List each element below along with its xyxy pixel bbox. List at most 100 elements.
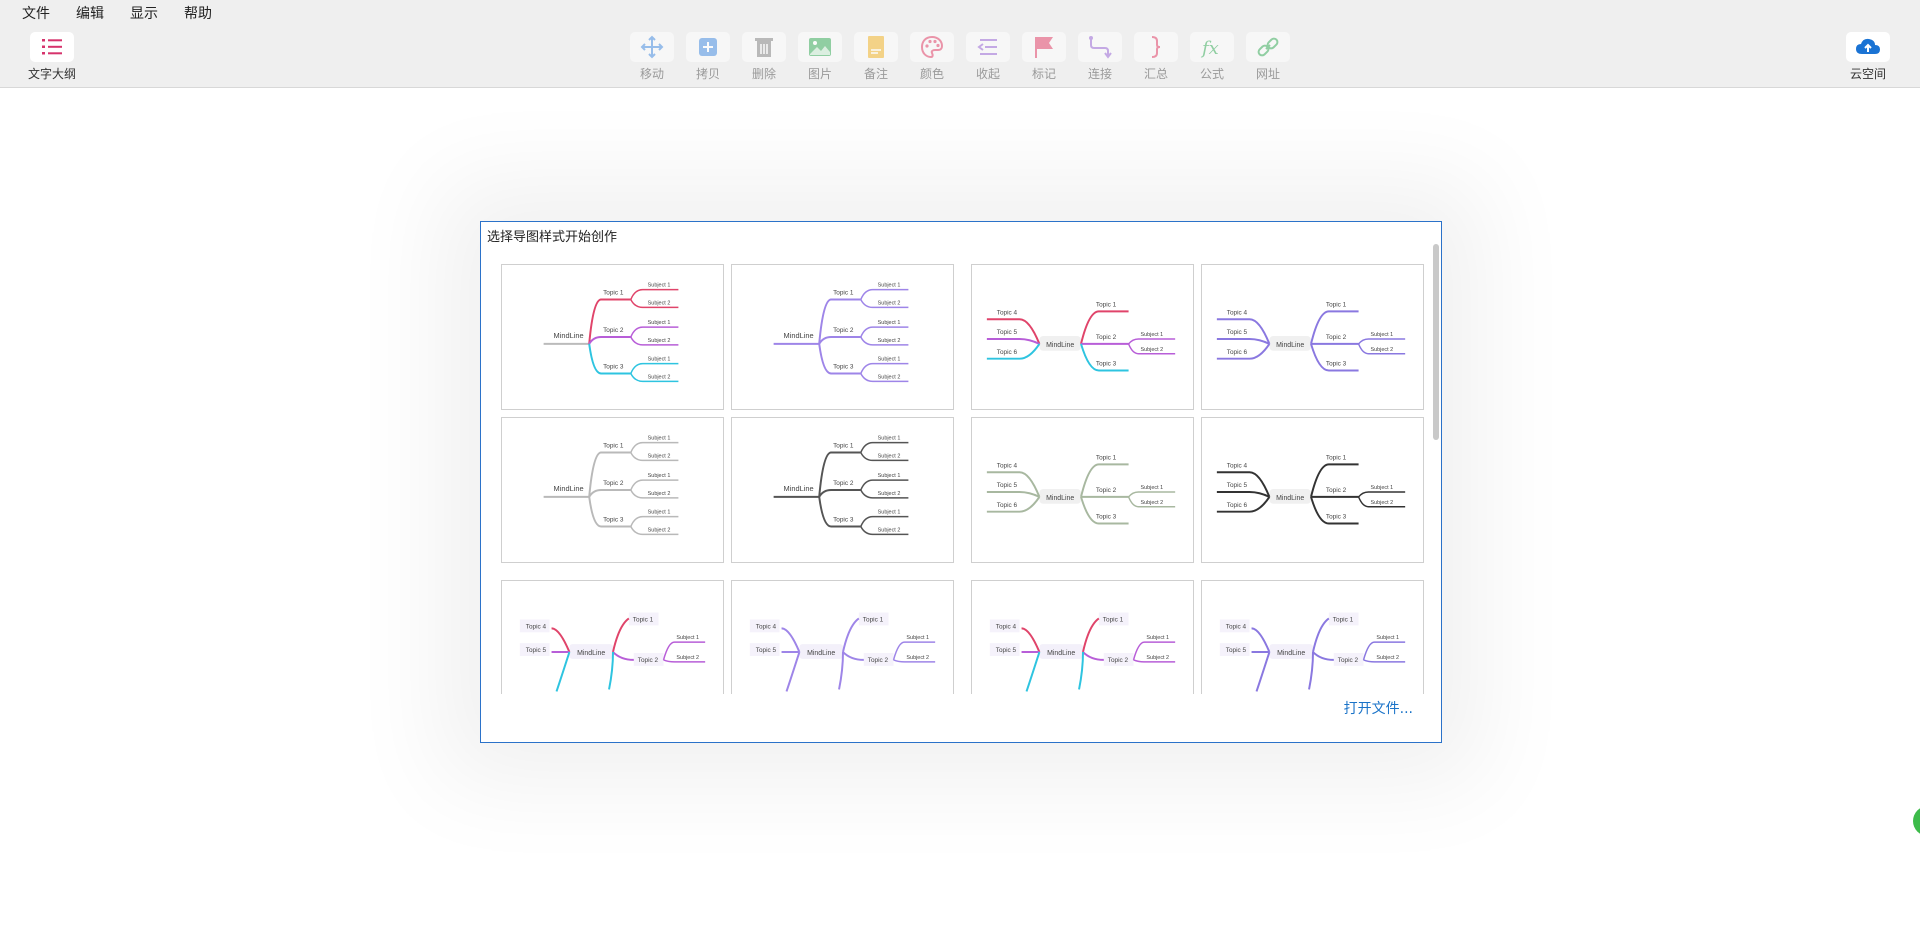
tool-label: 标记 <box>1031 67 1056 81</box>
mindmap-label: Subject 2 <box>1376 655 1399 661</box>
mindmap-label: Topic 4 <box>1227 309 1248 316</box>
tool-link-button[interactable]: 网址 <box>1243 32 1293 82</box>
mindmap-label: Topic 2 <box>833 327 854 334</box>
mindmap-label: Topic 4 <box>997 309 1018 316</box>
mindmap-label: Topic 3 <box>833 517 854 524</box>
mindmap-label: Topic 1 <box>1103 616 1124 623</box>
dialog-title: 选择导图样式开始创作 <box>487 230 618 245</box>
mindmap-label: Topic 6 <box>1227 349 1248 356</box>
tool-move-button[interactable]: 移动 <box>627 32 677 82</box>
mindmap-label: Topic 5 <box>526 647 547 654</box>
mindmap-label: Topic 2 <box>638 657 659 664</box>
assistant-button[interactable] <box>1913 806 1920 836</box>
cloud-button[interactable]: 云空间 <box>1843 32 1893 82</box>
template-card[interactable]: MindLine Topic 1 Subject 1 Subject 2 Topic 2… <box>501 417 724 563</box>
mindmap-label: Subject 1 <box>648 283 671 289</box>
mindmap-label: Topic 5 <box>997 329 1018 336</box>
template-card[interactable]: MindLine Topic 4 Topic 5 Topic 1 Topic 2 Subj… <box>971 580 1194 694</box>
mindmap-label: Subject 2 <box>1370 347 1393 353</box>
tool-connect-button[interactable]: 连接 <box>1075 32 1125 82</box>
mindmap-label: Subject 1 <box>1146 635 1169 641</box>
tool-copy-button[interactable]: 拷贝 <box>683 32 733 82</box>
mindmap-label: Topic 5 <box>997 482 1018 489</box>
template-dialog: 选择导图样式开始创作 MindLine Topic 1 Subject 1 Subje… <box>480 221 1442 743</box>
template-card[interactable]: MindLine Topic 4 Topic 5 Topic 6 Topic 1 Topi… <box>971 417 1194 563</box>
mindmap-label: Subject 1 <box>906 635 929 641</box>
mindmap-label: Topic 5 <box>756 647 777 654</box>
template-card[interactable]: MindLine Topic 4 Topic 5 Topic 6 Topic 1 Topi… <box>1201 264 1424 410</box>
menu-edit[interactable]: 编辑 <box>76 3 104 23</box>
mindmap-label: Subject 1 <box>1140 485 1163 491</box>
tool-formula-button[interactable]: fx 公式 <box>1187 32 1237 82</box>
template-card[interactable]: MindLine Topic 4 Topic 5 Topic 1 Topic 2 Subj… <box>1201 580 1424 694</box>
template-card[interactable]: MindLine Topic 4 Topic 5 Topic 6 Topic 1 Topi… <box>1201 417 1424 563</box>
open-file-link[interactable]: 打开文件... <box>1344 698 1413 718</box>
tool-label: 备注 <box>863 67 888 81</box>
tool-label: 收起 <box>975 67 1000 81</box>
template-card[interactable]: MindLine Topic 1 Subject 1 Subject 2 Topic 2… <box>501 264 724 410</box>
outline-button[interactable]: 文字大纲 <box>27 32 77 82</box>
template-card[interactable]: MindLine Topic 4 Topic 5 Topic 1 Topic 2 Subj… <box>501 580 724 694</box>
mindmap-label: Subject 1 <box>648 510 671 516</box>
tool-image-button[interactable]: 图片 <box>795 32 845 82</box>
mindmap-label: Topic 6 <box>997 349 1018 356</box>
note-icon <box>854 32 898 62</box>
mindmap-preview: MindLine Topic 1 Subject 1 Subject 2 Topic 2… <box>543 436 679 536</box>
mindmap-label: Topic 1 <box>863 616 884 623</box>
mindmap-label: Subject 1 <box>648 320 671 326</box>
tool-label: 拷贝 <box>695 67 720 81</box>
formula-icon: fx <box>1190 32 1234 62</box>
tool-note-button[interactable]: 备注 <box>851 32 901 82</box>
mindmap-label: Topic 5 <box>1226 647 1247 654</box>
mindmap-label: Topic 4 <box>526 623 547 630</box>
mindmap-label: Subject 1 <box>1140 332 1163 338</box>
mindmap-label: Subject 2 <box>1140 347 1163 353</box>
cloud-label: 云空间 <box>1849 67 1886 81</box>
tool-label: 汇总 <box>1143 67 1168 81</box>
mindmap-label: Topic 2 <box>868 657 889 664</box>
toolbar: 文字大纲 移动 拷贝 删除 图片 备注 颜色 收起 标记 连接 汇总 fx 公式 网址 云空间 <box>0 26 1920 88</box>
mindmap-label: MindLine <box>554 484 584 493</box>
tool-brace-button[interactable]: 汇总 <box>1131 32 1181 82</box>
mindmap-label: Topic 2 <box>603 327 624 334</box>
tool-label: 公式 <box>1199 67 1224 81</box>
menu-file[interactable]: 文件 <box>22 3 50 23</box>
mindmap-label: Topic 1 <box>833 443 854 450</box>
mindmap-label: Subject 2 <box>878 338 901 344</box>
tool-flag-button[interactable]: 标记 <box>1019 32 1069 82</box>
mindmap-label: Topic 5 <box>996 647 1017 654</box>
svg-text:fx: fx <box>1200 38 1219 59</box>
mindmap-label: Topic 2 <box>1338 657 1359 664</box>
tool-trash-button[interactable]: 删除 <box>739 32 789 82</box>
tool-collapse-button[interactable]: 收起 <box>963 32 1013 82</box>
mindmap-label: Topic 1 <box>603 290 624 297</box>
mindmap-label: Subject 2 <box>1140 500 1163 506</box>
mindmap-label: Subject 2 <box>878 300 901 306</box>
mindmap-label: MindLine <box>577 650 605 657</box>
mindmap-label: MindLine <box>784 484 814 493</box>
template-card[interactable]: MindLine Topic 4 Topic 5 Topic 1 Topic 2 Subj… <box>731 580 954 694</box>
mindmap-label: Subject 2 <box>878 491 901 497</box>
mindmap-label: Subject 2 <box>1146 655 1169 661</box>
mindmap-label: Topic 1 <box>1096 454 1117 461</box>
mindmap-label: Topic 1 <box>1326 301 1347 308</box>
mindmap-label: Topic 3 <box>603 364 624 371</box>
mindmap-label: Topic 2 <box>1108 657 1129 664</box>
tool-palette-button[interactable]: 颜色 <box>907 32 957 82</box>
menu-help[interactable]: 帮助 <box>184 3 212 23</box>
template-card[interactable]: MindLine Topic 1 Subject 1 Subject 2 Topic 2… <box>731 264 954 410</box>
mindmap-label: Topic 2 <box>1096 334 1117 341</box>
menu-view[interactable]: 显示 <box>130 3 158 23</box>
mindmap-label: Topic 4 <box>997 462 1018 469</box>
mindmap-label: MindLine <box>784 331 814 340</box>
mindmap-label: Subject 1 <box>648 357 671 363</box>
mindmap-label: Topic 4 <box>1227 462 1248 469</box>
mindmap-label: MindLine <box>1277 650 1305 657</box>
mindmap-label: Subject 2 <box>1370 500 1393 506</box>
scrollbar[interactable] <box>1433 244 1439 440</box>
link-icon <box>1246 32 1290 62</box>
mindmap-label: Subject 1 <box>1376 635 1399 641</box>
template-card[interactable]: MindLine Topic 1 Subject 1 Subject 2 Topic 2… <box>731 417 954 563</box>
template-card[interactable]: MindLine Topic 4 Topic 5 Topic 6 Topic 1 Topi… <box>971 264 1194 410</box>
mindmap-label: Subject 2 <box>648 374 671 380</box>
